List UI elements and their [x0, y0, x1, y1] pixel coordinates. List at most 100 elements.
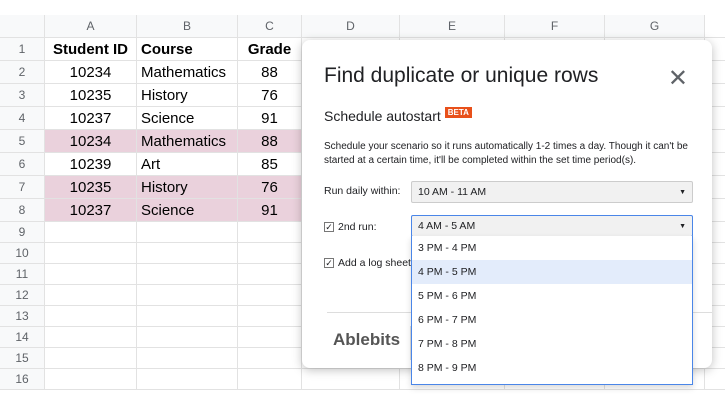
row-number[interactable]: 3 — [0, 84, 45, 106]
grade-cell[interactable]: 76 — [238, 176, 302, 198]
row-number[interactable]: 7 — [0, 176, 45, 198]
cell[interactable] — [45, 243, 137, 263]
student-id-cell[interactable]: 10239 — [45, 153, 137, 175]
cell[interactable] — [137, 243, 238, 263]
dropdown-option[interactable]: 4 PM - 5 PM — [412, 260, 692, 284]
cell[interactable] — [238, 369, 302, 389]
row-number[interactable]: 5 — [0, 130, 45, 152]
log-sheet-checkbox[interactable]: ✓ — [324, 258, 334, 268]
dialog-title: Find duplicate or unique rows — [324, 64, 599, 87]
description: Schedule your scenario so it runs automa… — [324, 141, 688, 166]
dropdown-option[interactable]: 5 PM - 6 PM — [412, 284, 692, 308]
grade-cell[interactable]: 85 — [238, 153, 302, 175]
column-header-a[interactable]: A — [45, 15, 137, 37]
cell[interactable] — [238, 285, 302, 305]
student-id-cell[interactable]: 10234 — [45, 130, 137, 152]
row-number[interactable]: 9 — [0, 222, 45, 242]
column-header-b[interactable]: B — [137, 15, 238, 37]
cell[interactable] — [238, 222, 302, 242]
cell[interactable] — [45, 306, 137, 326]
student-id-cell[interactable]: 10235 — [45, 84, 137, 106]
column-header-d[interactable]: D — [302, 15, 400, 37]
cell[interactable] — [302, 369, 400, 389]
row-number[interactable]: 14 — [0, 327, 45, 347]
header-cell[interactable]: Course — [137, 38, 238, 60]
cell[interactable] — [238, 243, 302, 263]
dropdown-option[interactable]: 6 PM - 7 PM — [412, 308, 692, 332]
row-number[interactable]: 12 — [0, 285, 45, 305]
grade-cell[interactable]: 88 — [238, 130, 302, 152]
second-run-value: 4 AM - 5 AM — [418, 220, 476, 232]
row-number[interactable]: 2 — [0, 61, 45, 83]
course-cell[interactable]: Mathematics — [137, 130, 238, 152]
column-header-c[interactable]: C — [238, 15, 302, 37]
second-run-checkbox[interactable]: ✓ — [324, 222, 334, 232]
cell[interactable] — [137, 222, 238, 242]
log-sheet-label: Add a log sheet — [338, 257, 411, 269]
cell[interactable] — [45, 285, 137, 305]
course-cell[interactable]: History — [137, 176, 238, 198]
course-cell[interactable]: History — [137, 84, 238, 106]
course-cell[interactable]: Science — [137, 199, 238, 221]
cell[interactable] — [238, 348, 302, 368]
run-daily-label: Run daily within: — [324, 185, 401, 197]
cell[interactable] — [45, 264, 137, 284]
dropdown-option[interactable]: 3 PM - 4 PM — [412, 236, 692, 260]
cell[interactable] — [238, 327, 302, 347]
second-run-dropdown-list: 3 PM - 4 PM 4 PM - 5 PM 5 PM - 6 PM 6 PM - … — [411, 236, 693, 385]
cell[interactable] — [137, 369, 238, 389]
cell[interactable] — [137, 306, 238, 326]
cell[interactable] — [45, 348, 137, 368]
cell[interactable] — [45, 369, 137, 389]
row-number[interactable]: 13 — [0, 306, 45, 326]
cell[interactable] — [137, 327, 238, 347]
caret-down-icon: ▼ — [679, 222, 686, 230]
beta-badge: BETA — [444, 107, 472, 118]
column-header-e[interactable]: E — [400, 15, 505, 37]
row-number[interactable]: 10 — [0, 243, 45, 263]
student-id-cell[interactable]: 10237 — [45, 199, 137, 221]
header-cell[interactable]: Student ID — [45, 38, 137, 60]
cell[interactable] — [238, 264, 302, 284]
column-header-row: A B C D E F G — [0, 15, 725, 38]
cell[interactable] — [238, 306, 302, 326]
course-cell[interactable]: Art — [137, 153, 238, 175]
close-icon[interactable]: ✕ — [668, 64, 688, 93]
cell[interactable] — [137, 348, 238, 368]
caret-down-icon: ▼ — [679, 188, 686, 196]
student-id-cell[interactable]: 10235 — [45, 176, 137, 198]
row-number[interactable]: 4 — [0, 107, 45, 129]
second-run-checkbox-row: ✓ 2nd run: — [324, 221, 377, 233]
course-cell[interactable]: Mathematics — [137, 61, 238, 83]
header-cell[interactable]: Grade — [238, 38, 302, 60]
dropdown-option[interactable]: 8 PM - 9 PM — [412, 356, 692, 380]
grade-cell[interactable]: 88 — [238, 61, 302, 83]
cell[interactable] — [45, 222, 137, 242]
cell[interactable] — [137, 285, 238, 305]
row-number[interactable]: 16 — [0, 369, 45, 389]
log-sheet-checkbox-row: ✓ Add a log sheet — [324, 257, 411, 269]
row-number[interactable]: 15 — [0, 348, 45, 368]
select-all-corner[interactable] — [0, 15, 45, 37]
second-run-label: 2nd run: — [338, 221, 377, 233]
column-header-g[interactable]: G — [605, 15, 705, 37]
row-number[interactable]: 8 — [0, 199, 45, 221]
row-number[interactable]: 6 — [0, 153, 45, 175]
dropdown-option[interactable]: 7 PM - 8 PM — [412, 332, 692, 356]
cell[interactable] — [137, 264, 238, 284]
grade-cell[interactable]: 91 — [238, 199, 302, 221]
section-title: Schedule autostart BETA — [324, 107, 472, 124]
course-cell[interactable]: Science — [137, 107, 238, 129]
grade-cell[interactable]: 91 — [238, 107, 302, 129]
section-label: Schedule autostart — [324, 108, 441, 124]
student-id-cell[interactable]: 10234 — [45, 61, 137, 83]
row-number[interactable]: 11 — [0, 264, 45, 284]
student-id-cell[interactable]: 10237 — [45, 107, 137, 129]
column-header-f[interactable]: F — [505, 15, 605, 37]
second-run-select[interactable]: 4 AM - 5 AM ▼ — [411, 215, 693, 237]
run-daily-value: 10 AM - 11 AM — [418, 186, 487, 198]
run-daily-select[interactable]: 10 AM - 11 AM ▼ — [411, 181, 693, 203]
cell[interactable] — [45, 327, 137, 347]
grade-cell[interactable]: 76 — [238, 84, 302, 106]
row-number[interactable]: 1 — [0, 38, 45, 60]
